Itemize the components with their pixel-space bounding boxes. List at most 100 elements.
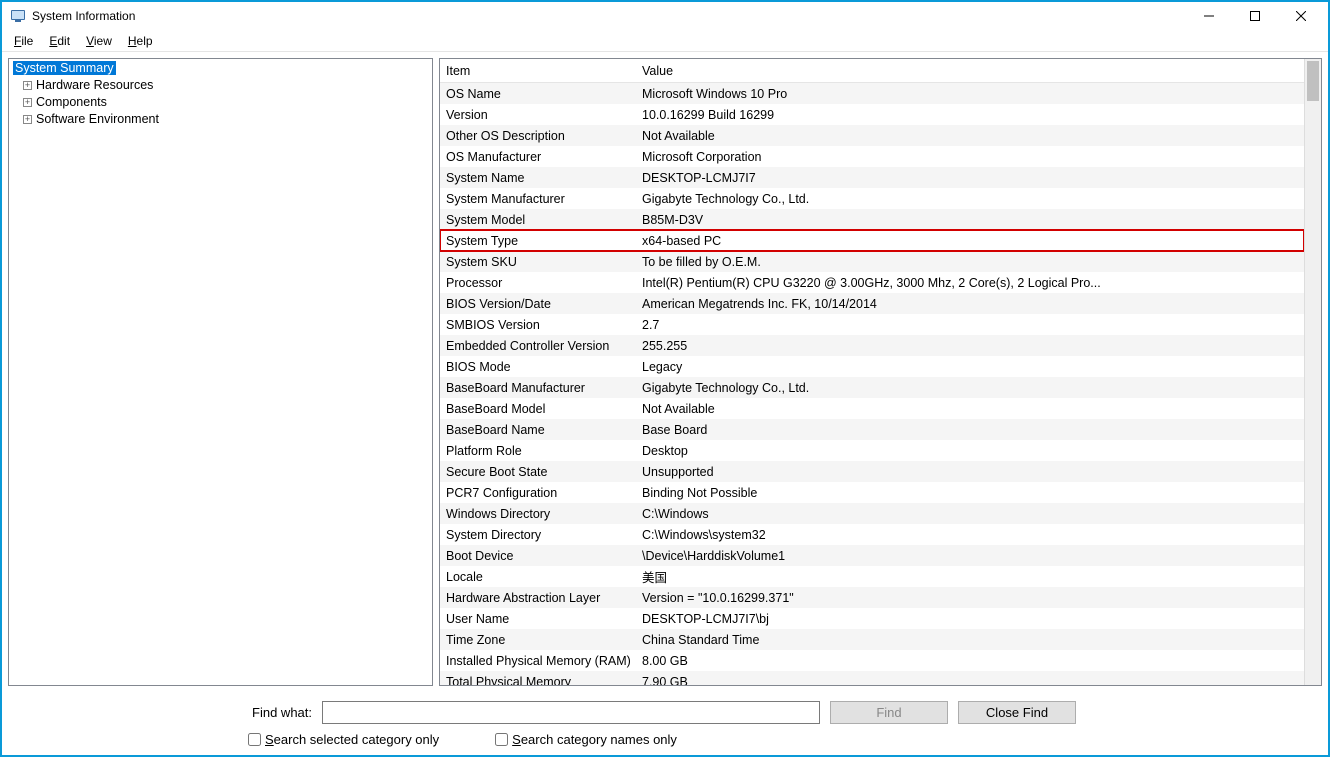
detail-row[interactable]: OS NameMicrosoft Windows 10 Pro [440, 83, 1304, 104]
detail-value: Base Board [642, 423, 1304, 437]
detail-row[interactable]: Installed Physical Memory (RAM)8.00 GB [440, 650, 1304, 671]
tree-item[interactable]: +Software Environment [23, 112, 428, 126]
detail-value: \Device\HarddiskVolume1 [642, 549, 1304, 563]
col-value[interactable]: Value [642, 64, 1304, 78]
detail-value: 8.00 GB [642, 654, 1304, 668]
detail-item: Version [446, 108, 642, 122]
app-icon [10, 8, 26, 24]
detail-item: BaseBoard Name [446, 423, 642, 437]
find-label: Find what: [12, 705, 312, 720]
details-pane: Item Value OS NameMicrosoft Windows 10 P… [439, 58, 1322, 686]
detail-item: User Name [446, 612, 642, 626]
detail-value: C:\Windows [642, 507, 1304, 521]
detail-item: Boot Device [446, 549, 642, 563]
detail-row[interactable]: Platform RoleDesktop [440, 440, 1304, 461]
detail-item: OS Name [446, 87, 642, 101]
detail-row[interactable]: BIOS ModeLegacy [440, 356, 1304, 377]
detail-value: B85M-D3V [642, 213, 1304, 227]
detail-row[interactable]: Locale美国 [440, 566, 1304, 587]
plus-icon[interactable]: + [23, 98, 32, 107]
detail-item: OS Manufacturer [446, 150, 642, 164]
detail-item: System Type [446, 234, 642, 248]
detail-value: China Standard Time [642, 633, 1304, 647]
details-header[interactable]: Item Value [440, 59, 1304, 83]
maximize-button[interactable] [1232, 2, 1278, 30]
detail-row[interactable]: BaseBoard ManufacturerGigabyte Technolog… [440, 377, 1304, 398]
detail-row[interactable]: System ModelB85M-D3V [440, 209, 1304, 230]
chk-selected-input[interactable] [248, 733, 261, 746]
detail-item: System Name [446, 171, 642, 185]
plus-icon[interactable]: + [23, 81, 32, 90]
vertical-scrollbar[interactable] [1304, 59, 1321, 685]
detail-row[interactable]: Time ZoneChina Standard Time [440, 629, 1304, 650]
detail-item: Time Zone [446, 633, 642, 647]
detail-item: Processor [446, 276, 642, 290]
titlebar: System Information [2, 2, 1328, 30]
detail-row[interactable]: System SKUTo be filled by O.E.M. [440, 251, 1304, 272]
detail-row[interactable]: System DirectoryC:\Windows\system32 [440, 524, 1304, 545]
detail-item: Windows Directory [446, 507, 642, 521]
detail-value: Desktop [642, 444, 1304, 458]
minimize-button[interactable] [1186, 2, 1232, 30]
detail-item: System Manufacturer [446, 192, 642, 206]
detail-row[interactable]: BaseBoard NameBase Board [440, 419, 1304, 440]
detail-row[interactable]: System NameDESKTOP-LCMJ7I7 [440, 167, 1304, 188]
find-button[interactable]: Find [830, 701, 948, 724]
detail-row[interactable]: User NameDESKTOP-LCMJ7I7\bj [440, 608, 1304, 629]
detail-value: C:\Windows\system32 [642, 528, 1304, 542]
detail-row[interactable]: Boot Device\Device\HarddiskVolume1 [440, 545, 1304, 566]
detail-row[interactable]: Total Physical Memory7.90 GB [440, 671, 1304, 685]
search-names-checkbox[interactable]: Search category names only [495, 732, 677, 747]
detail-row[interactable]: Embedded Controller Version255.255 [440, 335, 1304, 356]
detail-item: SMBIOS Version [446, 318, 642, 332]
detail-row[interactable]: SMBIOS Version2.7 [440, 314, 1304, 335]
detail-item: Hardware Abstraction Layer [446, 591, 642, 605]
menu-view[interactable]: View [78, 32, 120, 50]
detail-row[interactable]: ProcessorIntel(R) Pentium(R) CPU G3220 @… [440, 272, 1304, 293]
detail-row[interactable]: Hardware Abstraction LayerVersion = "10.… [440, 587, 1304, 608]
detail-row[interactable]: Version10.0.16299 Build 16299 [440, 104, 1304, 125]
plus-icon[interactable]: + [23, 115, 32, 124]
detail-value: Binding Not Possible [642, 486, 1304, 500]
detail-value: 美国 [642, 567, 1304, 586]
detail-row[interactable]: System ManufacturerGigabyte Technology C… [440, 188, 1304, 209]
detail-value: DESKTOP-LCMJ7I7 [642, 171, 1304, 185]
close-find-button[interactable]: Close Find [958, 701, 1076, 724]
menu-edit[interactable]: Edit [41, 32, 78, 50]
detail-value: American Megatrends Inc. FK, 10/14/2014 [642, 297, 1304, 311]
tree-item[interactable]: +Hardware Resources [23, 78, 428, 92]
detail-row[interactable]: PCR7 ConfigurationBinding Not Possible [440, 482, 1304, 503]
detail-value: DESKTOP-LCMJ7I7\bj [642, 612, 1304, 626]
tree-root[interactable]: System Summary [13, 61, 116, 75]
detail-value: 255.255 [642, 339, 1304, 353]
chk-names-input[interactable] [495, 733, 508, 746]
detail-row[interactable]: BIOS Version/DateAmerican Megatrends Inc… [440, 293, 1304, 314]
detail-item: Embedded Controller Version [446, 339, 642, 353]
detail-item: Platform Role [446, 444, 642, 458]
detail-value: Not Available [642, 402, 1304, 416]
detail-value: 7.90 GB [642, 675, 1304, 686]
menu-file[interactable]: File [6, 32, 41, 50]
search-selected-checkbox[interactable]: Search selected category only [248, 732, 439, 747]
detail-row[interactable]: System Typex64-based PC [440, 230, 1304, 251]
scrollbar-thumb[interactable] [1307, 61, 1319, 101]
menu-help[interactable]: Help [120, 32, 161, 50]
close-button[interactable] [1278, 2, 1324, 30]
tree-item[interactable]: +Components [23, 95, 428, 109]
detail-row[interactable]: Secure Boot StateUnsupported [440, 461, 1304, 482]
detail-row[interactable]: Other OS DescriptionNot Available [440, 125, 1304, 146]
detail-item: Total Physical Memory [446, 675, 642, 686]
detail-row[interactable]: Windows DirectoryC:\Windows [440, 503, 1304, 524]
category-tree[interactable]: System Summary +Hardware Resources +Compo… [8, 58, 433, 686]
detail-value: Gigabyte Technology Co., Ltd. [642, 381, 1304, 395]
detail-row[interactable]: OS ManufacturerMicrosoft Corporation [440, 146, 1304, 167]
detail-item: System Directory [446, 528, 642, 542]
detail-value: To be filled by O.E.M. [642, 255, 1304, 269]
col-item[interactable]: Item [446, 64, 642, 78]
detail-item: System Model [446, 213, 642, 227]
find-panel: Find what: Find Close Find Search select… [4, 693, 1326, 753]
detail-row[interactable]: BaseBoard ModelNot Available [440, 398, 1304, 419]
find-input[interactable] [322, 701, 820, 724]
detail-value: Microsoft Corporation [642, 150, 1304, 164]
detail-item: Locale [446, 570, 642, 584]
